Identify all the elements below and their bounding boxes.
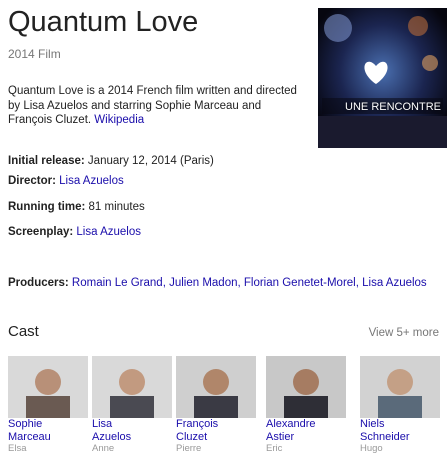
cast-card[interactable]: François Cluzet Pierre xyxy=(176,356,256,456)
cast-card[interactable]: Sophie Marceau Elsa xyxy=(8,356,88,456)
description-text: Quantum Love is a 2014 French film writt… xyxy=(8,85,297,126)
fact-runtime: Running time: 81 minutes xyxy=(8,201,145,213)
fact-label: Screenplay: xyxy=(8,226,74,238)
entity-subtitle: 2014 Film xyxy=(8,47,61,61)
cast-name: François Cluzet xyxy=(176,418,219,443)
entity-title: Quantum Love xyxy=(8,6,199,38)
cast-role: Pierre xyxy=(176,443,202,454)
fact-label: Director: xyxy=(8,175,56,187)
view-more-link[interactable]: View 5+ more xyxy=(369,327,439,339)
fact-screenplay: Screenplay: Lisa Azuelos xyxy=(8,226,141,238)
fact-release: Initial release: January 12, 2014 (Paris… xyxy=(8,155,214,167)
fact-label: Initial release: xyxy=(8,155,85,167)
poster-caption: UNE RENCONTRE xyxy=(345,101,441,113)
fact-label: Producers: xyxy=(8,277,69,289)
cast-name: Niels Schneider xyxy=(360,418,410,443)
description: Quantum Love is a 2014 French film writt… xyxy=(8,84,308,128)
cast-heading: Cast xyxy=(8,323,39,340)
cast-role: Eric xyxy=(266,443,283,454)
cast-name: Alexandre Astier xyxy=(266,418,316,443)
cast-role: Anne xyxy=(92,443,115,454)
cast-name: Sophie Marceau xyxy=(8,418,51,443)
cast-role: Hugo xyxy=(360,443,383,454)
movie-poster[interactable]: UNE RENCONTRE xyxy=(318,8,447,148)
fact-producers: Producers: Romain Le Grand, Julien Madon… xyxy=(8,276,440,290)
cast-photo xyxy=(92,356,172,418)
poster-artwork xyxy=(318,8,447,148)
fact-director: Director: Lisa Azuelos xyxy=(8,175,124,187)
fact-value: 81 minutes xyxy=(88,201,145,213)
cast-name: Lisa Azuelos xyxy=(92,418,132,443)
cast-photo xyxy=(8,356,88,418)
cast-photo xyxy=(360,356,440,418)
cast-photo xyxy=(266,356,346,418)
producers-links[interactable]: Romain Le Grand, Julien Madon, Florian G… xyxy=(72,277,427,289)
cast-role: Elsa xyxy=(8,443,27,454)
cast-photo xyxy=(176,356,256,418)
cast-card[interactable]: Alexandre Astier Eric xyxy=(266,356,346,456)
cast-card[interactable]: Niels Schneider Hugo xyxy=(360,356,440,456)
screenplay-link[interactable]: Lisa Azuelos xyxy=(76,226,141,238)
fact-label: Running time: xyxy=(8,201,86,213)
cast-card[interactable]: Lisa Azuelos Anne xyxy=(92,356,172,456)
fact-value: January 12, 2014 (Paris) xyxy=(87,155,214,167)
wikipedia-link[interactable]: Wikipedia xyxy=(94,114,144,126)
director-link[interactable]: Lisa Azuelos xyxy=(59,175,124,187)
